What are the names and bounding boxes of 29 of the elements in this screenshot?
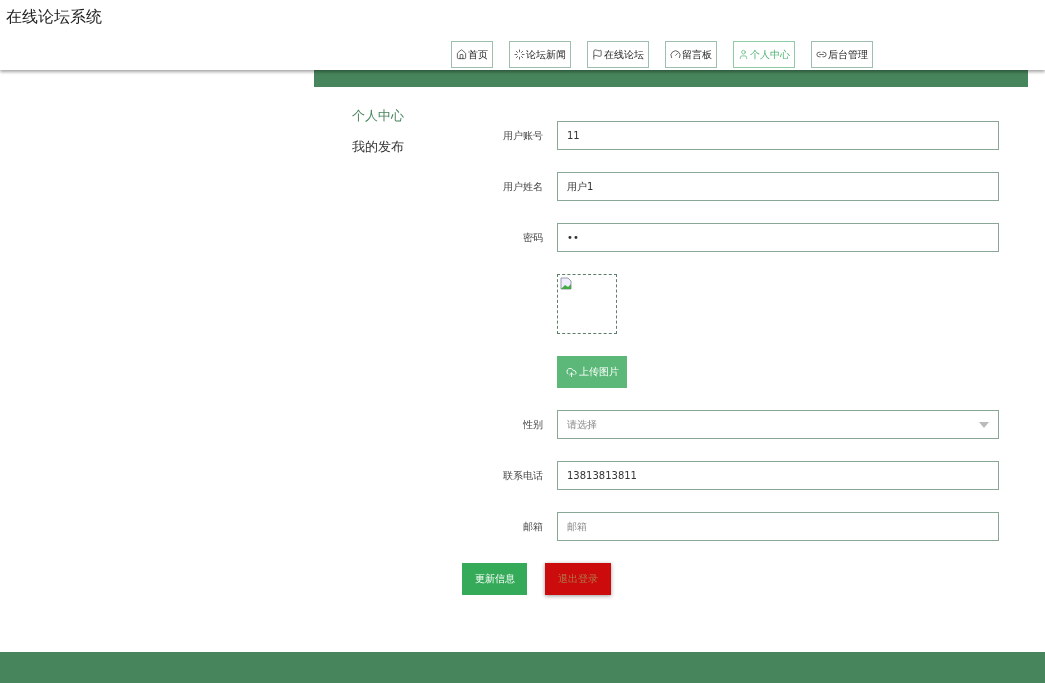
flag-icon bbox=[592, 49, 603, 60]
upload-icon bbox=[565, 366, 577, 378]
sunburst-icon bbox=[514, 49, 525, 60]
nav-tab[interactable]: 论坛新闻 bbox=[509, 41, 571, 68]
field-label: 联系电话 bbox=[502, 468, 543, 483]
sidebar-item[interactable]: 个人中心 bbox=[352, 107, 472, 125]
dropdown-icon bbox=[979, 421, 989, 428]
field-label: 邮箱 bbox=[522, 519, 543, 534]
nav-tab[interactable]: 留言板 bbox=[665, 41, 717, 68]
input-field[interactable]: 用户1 bbox=[557, 172, 999, 201]
link-icon bbox=[816, 49, 827, 60]
field-label: 用户账号 bbox=[502, 128, 543, 143]
nav-tab[interactable]: 后台管理 bbox=[811, 41, 873, 68]
home-icon bbox=[456, 49, 467, 60]
site-title: 在线论坛系统 bbox=[5, 6, 103, 28]
input-field[interactable]: 邮箱 bbox=[557, 512, 999, 541]
nav-tab[interactable]: 在线论坛 bbox=[587, 41, 649, 68]
user-icon bbox=[738, 49, 749, 60]
select-field[interactable]: 请选择 bbox=[557, 410, 999, 439]
field-label: 用户姓名 bbox=[502, 179, 543, 194]
field-label: 性别 bbox=[522, 417, 543, 432]
field-label: 密码 bbox=[522, 230, 543, 245]
gauge-icon bbox=[670, 49, 681, 60]
broken-image-icon bbox=[560, 277, 572, 290]
input-field[interactable]: 13813813811 bbox=[557, 461, 999, 490]
password-field[interactable]: •• bbox=[557, 223, 999, 252]
sidebar-item[interactable]: 我的发布 bbox=[352, 138, 472, 156]
input-field[interactable]: 11 bbox=[557, 121, 999, 150]
nav-tab[interactable]: 首页 bbox=[451, 41, 493, 68]
